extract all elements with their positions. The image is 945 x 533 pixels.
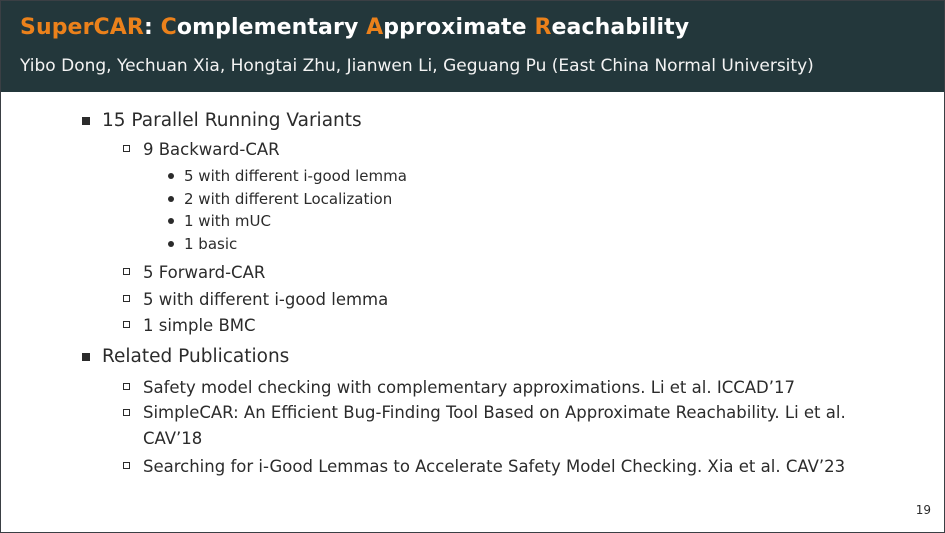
- list-item-label: Related Publications: [102, 346, 290, 367]
- title-part: omplementary: [176, 15, 367, 40]
- hollow-square-bullet-icon: [123, 321, 130, 328]
- title-part: C: [160, 15, 177, 40]
- slide-header: SuperCAR: Complementary Approximate Reac…: [1, 1, 944, 92]
- list-item-forward-car: 5 Forward-CAR: [123, 263, 266, 282]
- list-item: 1 basic: [168, 235, 238, 253]
- dot-bullet-icon: [168, 241, 174, 247]
- hollow-square-bullet-icon: [123, 295, 130, 302]
- title-part: pproximate: [383, 15, 535, 40]
- list-item: 5 with different i-good lemma: [168, 167, 407, 185]
- list-item-label: 1 simple BMC: [143, 316, 256, 335]
- list-item-lemma: 5 with different i-good lemma: [123, 290, 389, 309]
- list-item-publications: Related Publications: [82, 346, 290, 367]
- list-item: 1 with mUC: [168, 212, 271, 230]
- list-item-variants: 15 Parallel Running Variants: [82, 110, 362, 131]
- publication-item: Searching for i-Good Lemmas to Accelerat…: [123, 457, 846, 476]
- list-item-label: 1 with mUC: [184, 212, 271, 230]
- hollow-square-bullet-icon: [123, 268, 130, 275]
- publication-text: Searching for i-Good Lemmas to Accelerat…: [143, 457, 846, 476]
- list-item-label: 9 Backward-CAR: [143, 140, 280, 159]
- hollow-square-bullet-icon: [123, 383, 130, 390]
- list-item-label: 5 with different i-good lemma: [184, 167, 407, 185]
- publication-text: SimpleCAR: An Efficient Bug-Finding Tool…: [143, 403, 846, 448]
- hollow-square-bullet-icon: [123, 145, 130, 152]
- list-item-label: 1 basic: [184, 235, 238, 253]
- title-part: :: [143, 15, 161, 40]
- authors-line: Yibo Dong, Yechuan Xia, Hongtai Zhu, Jia…: [20, 56, 814, 76]
- page-number: 19: [915, 503, 931, 517]
- dot-bullet-icon: [168, 173, 174, 179]
- title-part: R: [534, 15, 552, 40]
- hollow-square-bullet-icon: [123, 409, 130, 416]
- dot-bullet-icon: [168, 218, 174, 224]
- square-bullet-icon: [82, 117, 90, 125]
- list-item-label: 5 with different i-good lemma: [143, 290, 389, 309]
- slide-title: SuperCAR: Complementary Approximate Reac…: [20, 15, 689, 40]
- list-item-bmc: 1 simple BMC: [123, 316, 256, 335]
- list-item-label: 2 with different Localization: [184, 190, 393, 208]
- square-bullet-icon: [82, 353, 90, 361]
- list-item: 2 with different Localization: [168, 190, 393, 208]
- hollow-square-bullet-icon: [123, 462, 130, 469]
- title-part: CAR: [93, 15, 144, 40]
- slide: SuperCAR: Complementary Approximate Reac…: [0, 0, 945, 533]
- publication-item: SimpleCAR: An Efficient Bug-Finding Tool…: [123, 400, 883, 452]
- dot-bullet-icon: [168, 196, 174, 202]
- publication-text: Safety model checking with complementary…: [143, 378, 795, 397]
- title-part: A: [366, 15, 384, 40]
- title-part: eachability: [551, 15, 690, 40]
- list-item-label: 15 Parallel Running Variants: [102, 110, 362, 131]
- list-item-label: 5 Forward-CAR: [143, 263, 266, 282]
- list-item-backward-car: 9 Backward-CAR: [123, 140, 280, 159]
- title-part: Super: [20, 15, 94, 40]
- publication-item: Safety model checking with complementary…: [123, 378, 795, 397]
